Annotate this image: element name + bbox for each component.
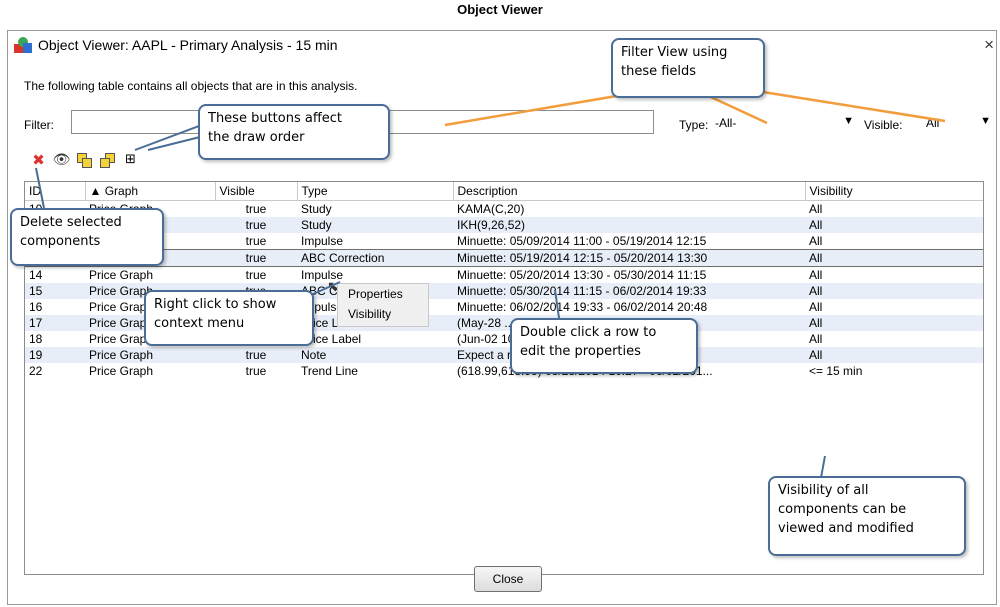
callout-double-click: Double click a row to edit the properties bbox=[510, 318, 698, 374]
callout-filter: Filter View using these fields bbox=[611, 38, 765, 98]
callout-right-click: Right click to show context menu bbox=[144, 290, 314, 346]
callout-delete: Delete selected components bbox=[10, 208, 164, 266]
callout-visibility: Visibility of all components can be viewed… bbox=[768, 476, 966, 556]
callout-draw-order: These buttons affect the draw order bbox=[198, 104, 390, 160]
